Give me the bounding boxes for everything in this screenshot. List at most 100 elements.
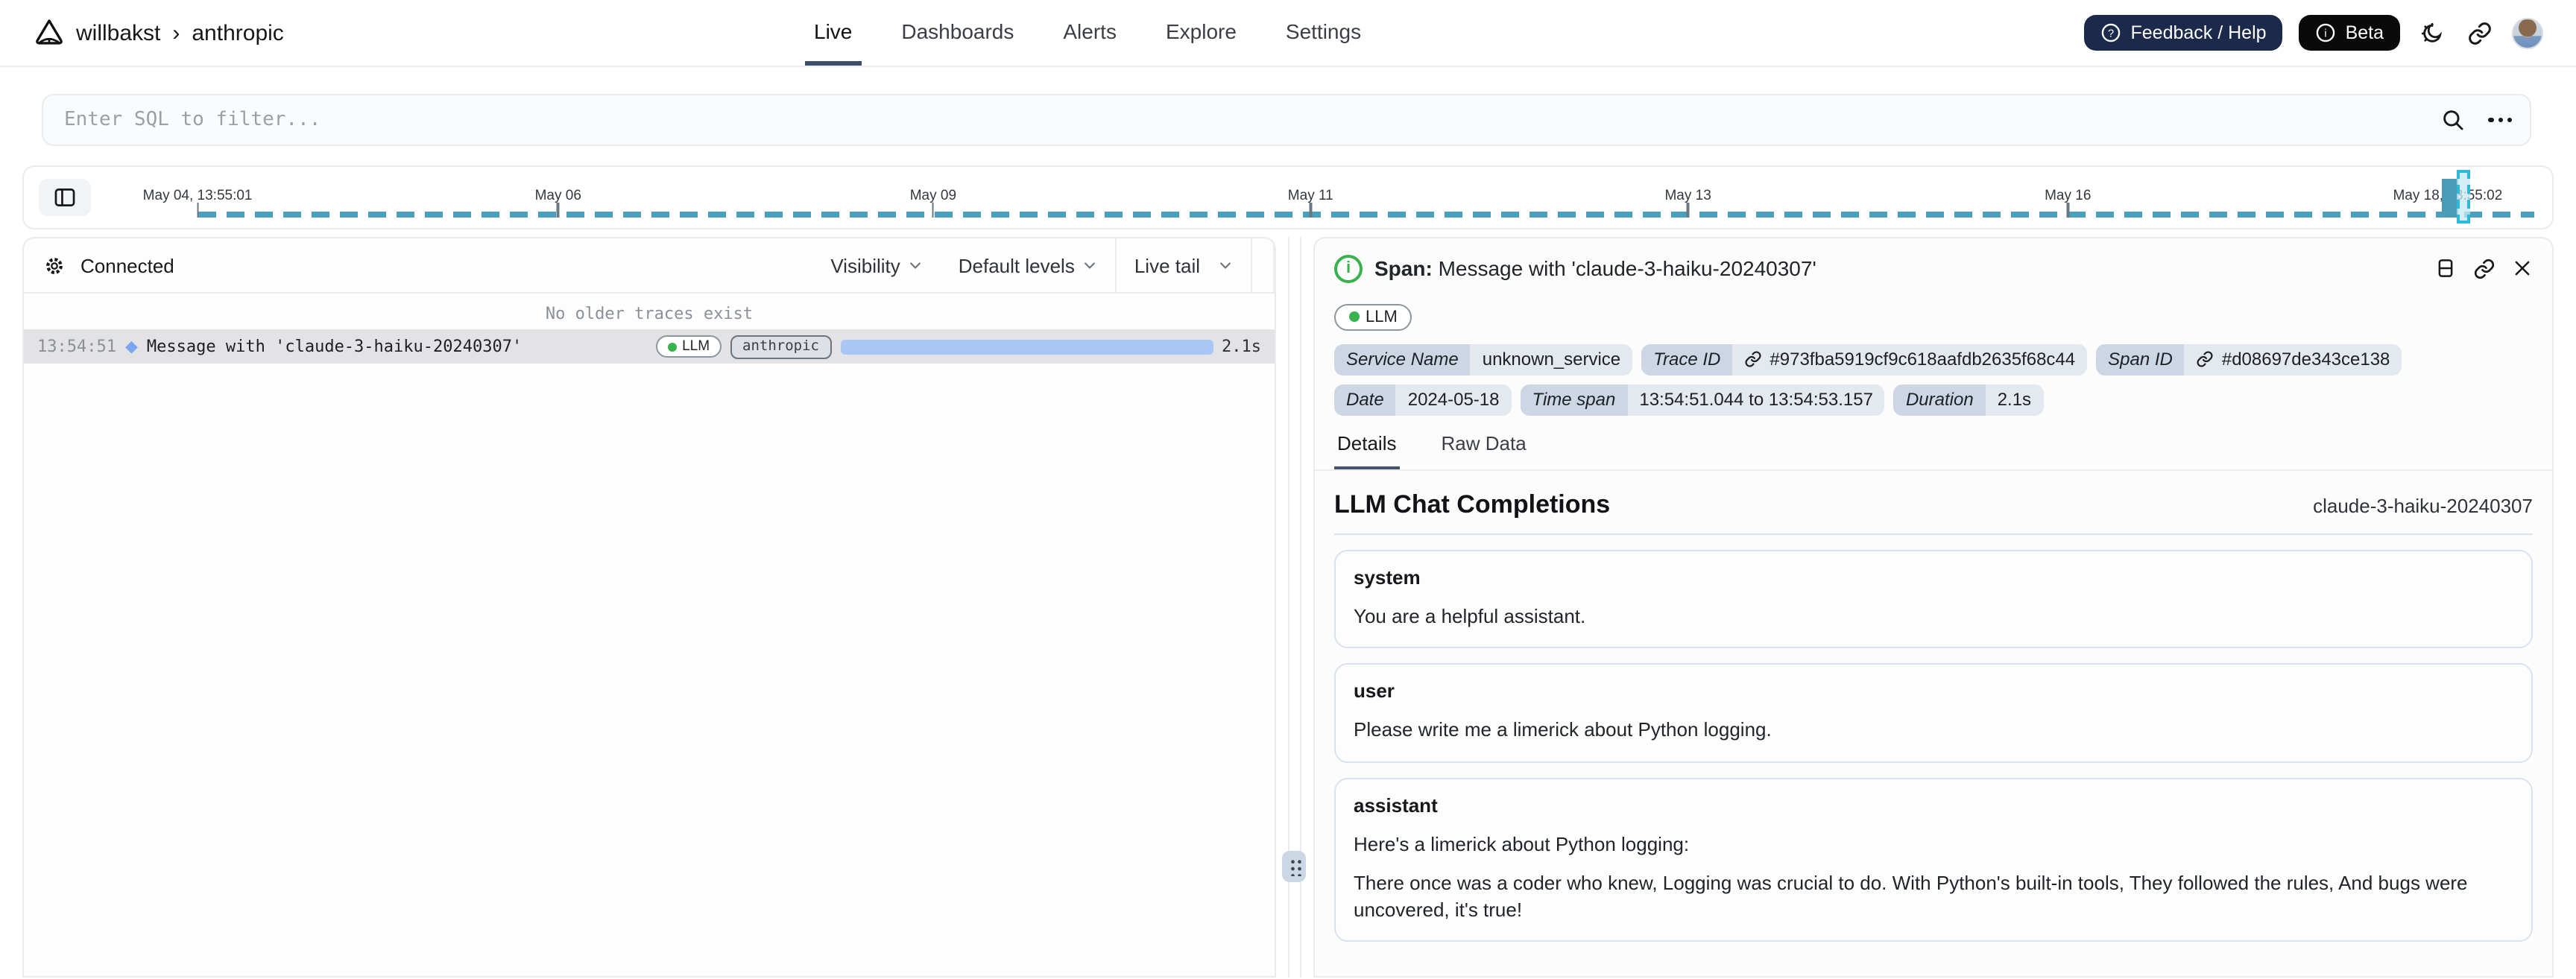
link-icon <box>1745 351 1761 367</box>
histogram-bar <box>2441 179 2458 218</box>
tab-settings[interactable]: Settings <box>1277 0 1370 66</box>
sql-filter-bar <box>42 94 2531 146</box>
chevron-down-icon <box>1084 262 1095 269</box>
span-id-badge[interactable]: Span ID #d08697de343ce138 <box>2096 343 2402 375</box>
trace-row[interactable]: 13:54:51 ◆ Message with 'claude-3-haiku-… <box>24 329 1275 364</box>
divider <box>1251 238 1252 292</box>
chevron-down-icon <box>909 262 921 269</box>
live-tail-dropdown[interactable]: Live tail <box>1117 238 1251 292</box>
message-role: user <box>1354 679 1395 703</box>
provider-tag-badge: anthropic <box>730 335 831 358</box>
user-avatar[interactable] <box>2512 17 2543 48</box>
divider <box>1273 238 1275 292</box>
green-status-dot <box>1349 311 1360 322</box>
message-content: There once was a coder who knew, Logging… <box>1354 872 2468 921</box>
span-diamond-icon: ◆ <box>124 337 138 356</box>
time-span-badge: Time span 13:54:51.044 to 13:54:53.157 <box>1520 384 1885 415</box>
split-panels: Connected Visibility Default levels Live… <box>22 237 2554 978</box>
span-tabs: Details Raw Data <box>1315 431 2552 470</box>
message-content: You are a helpful assistant. <box>1354 604 1586 627</box>
tab-raw-data[interactable]: Raw Data <box>1439 431 1530 469</box>
chevron-down-icon <box>1220 262 1231 269</box>
model-name: claude-3-haiku-20240307 <box>2313 494 2533 516</box>
sidebar-toggle-icon[interactable] <box>39 179 91 216</box>
beta-button[interactable]: i Beta <box>2299 15 2400 51</box>
time-range-selection[interactable] <box>2457 170 2471 224</box>
message-card-assistant: assistant Here's a limerick about Python… <box>1334 777 2533 942</box>
link-icon <box>2197 351 2214 367</box>
green-status-dot <box>667 342 677 351</box>
duration-bar <box>840 339 1213 354</box>
message-role: system <box>1354 565 1421 588</box>
sql-filter-input[interactable] <box>64 109 2441 131</box>
svg-text:i: i <box>2325 28 2327 39</box>
llm-tag-badge: LLM <box>655 335 722 358</box>
nav-right-cluster: ? Feedback / Help i Beta <box>2084 15 2543 51</box>
tick-mark <box>1687 203 1690 218</box>
info-circle-icon: i <box>2316 22 2337 43</box>
theme-toggle-icon[interactable] <box>2416 17 2448 48</box>
timeline-track[interactable]: May 04, 13:55:01 May 06 May 09 May 11 Ma… <box>118 167 2537 228</box>
message-content: Please write me a limerick about Python … <box>1354 718 1772 741</box>
tab-alerts[interactable]: Alerts <box>1054 0 1126 66</box>
top-nav: willbakst › anthropic Live Dashboards Al… <box>0 0 2576 67</box>
visibility-dropdown[interactable]: Visibility <box>812 238 940 292</box>
tick-mark <box>932 203 935 218</box>
tab-details[interactable]: Details <box>1334 431 1400 469</box>
span-title: Span: Message with 'claude-3-haiku-20240… <box>1374 256 1816 280</box>
copy-link-icon[interactable] <box>2473 257 2496 279</box>
tab-live[interactable]: Live <box>805 0 862 66</box>
share-link-icon[interactable] <box>2464 17 2496 48</box>
message-card-system: system You are a helpful assistant. <box>1334 549 2533 649</box>
tick-label: May 13 <box>1664 188 1711 204</box>
breadcrumb-org[interactable]: willbakst <box>76 20 160 45</box>
message-role: assistant <box>1354 793 1438 817</box>
service-name-badge: Service Name unknown_service <box>1334 343 1633 375</box>
span-type-row: LLM <box>1334 302 2533 330</box>
empty-list-message: No older traces exist <box>545 304 754 323</box>
message-card-user: user Please write me a limerick about Py… <box>1334 663 2533 763</box>
more-options-icon[interactable] <box>2484 117 2512 123</box>
breadcrumb-project[interactable]: anthropic <box>192 20 283 45</box>
list-controls: Visibility Default levels Live tail <box>812 238 1275 292</box>
grip-dots-icon <box>1287 857 1301 876</box>
trace-list-panel: Connected Visibility Default levels Live… <box>22 237 1276 978</box>
timeline-dashed-line <box>198 212 2534 218</box>
tick-mark <box>196 203 199 218</box>
trace-id-badge[interactable]: Trace ID #973fba5919cf9c618aafdb2635f68c… <box>1641 343 2088 375</box>
panel-resize-handle[interactable] <box>1282 851 1306 882</box>
question-circle-icon: ? <box>2101 22 2122 43</box>
span-details-panel: i Span: Message with 'claude-3-haiku-202… <box>1313 237 2554 978</box>
section-header: LLM Chat Completions claude-3-haiku-2024… <box>1334 490 2533 534</box>
app-root: willbakst › anthropic Live Dashboards Al… <box>0 0 2576 979</box>
tab-dashboards[interactable]: Dashboards <box>892 0 1023 66</box>
tick-label: May 04, 13:55:01 <box>142 188 253 204</box>
primary-nav: Live Dashboards Alerts Explore Settings <box>805 0 1370 66</box>
span-meta-badges: Service Name unknown_service Trace ID #9… <box>1334 343 2497 415</box>
breadcrumb-separator-icon: › <box>172 20 180 45</box>
svg-text:?: ? <box>2108 28 2114 39</box>
tab-explore[interactable]: Explore <box>1157 0 1246 66</box>
message-content: Here's a limerick about Python logging: <box>1354 832 1690 855</box>
gear-icon[interactable] <box>43 254 66 276</box>
close-icon[interactable] <box>2512 258 2533 279</box>
connection-status: Connected <box>80 254 174 276</box>
app-logo-icon[interactable] <box>33 16 66 49</box>
trace-duration: 2.1s <box>1222 337 1261 356</box>
breadcrumb: willbakst › anthropic <box>33 16 284 49</box>
duration-badge: Duration 2.1s <box>1893 384 2044 415</box>
feedback-help-button[interactable]: ? Feedback / Help <box>2084 15 2283 51</box>
date-badge: Date 2024-05-18 <box>1334 384 1512 415</box>
llm-type-badge: LLM <box>1334 303 1412 330</box>
trace-list-header: Connected Visibility Default levels Live… <box>24 238 1275 294</box>
tick-label: May 11 <box>1287 188 1333 204</box>
section-title: LLM Chat Completions <box>1334 490 1611 518</box>
default-levels-dropdown[interactable]: Default levels <box>941 238 1115 292</box>
span-actions <box>2434 256 2533 280</box>
search-icon[interactable] <box>2441 107 2466 133</box>
time-histogram: May 04, 13:55:01 May 06 May 09 May 11 Ma… <box>22 165 2554 229</box>
info-icon: i <box>1334 254 1363 282</box>
span-header: i Span: Message with 'claude-3-haiku-202… <box>1315 238 2552 298</box>
tick-mark <box>2066 203 2069 218</box>
split-view-icon[interactable] <box>2434 256 2457 280</box>
